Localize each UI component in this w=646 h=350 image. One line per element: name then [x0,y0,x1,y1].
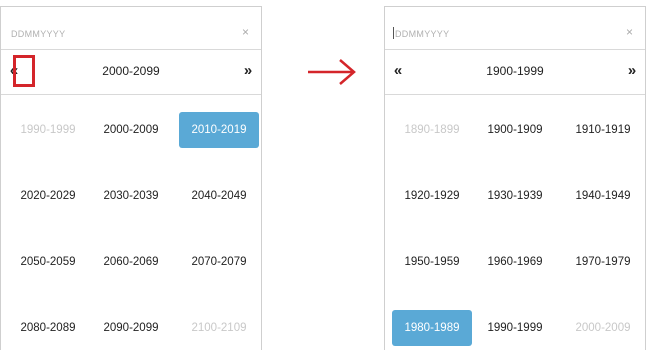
decade-cell[interactable]: 1950-1959 [392,244,472,280]
decade-cell[interactable]: 2030-2039 [91,178,171,214]
decade-cell[interactable]: 2100-2109 [179,310,259,346]
decade-cell[interactable]: 2040-2049 [179,178,259,214]
decade-cell[interactable]: 1900-1909 [475,112,555,148]
decade-cell[interactable]: 2090-2099 [91,310,171,346]
next-century-button[interactable]: » [621,58,643,84]
decade-picker-before: DDMMYYYY × « 2000-2099 » 1990-1999 2000-2… [0,6,262,350]
decade-cell[interactable]: 1960-1969 [475,244,555,280]
clear-icon[interactable]: × [626,25,633,39]
decade-cell[interactable]: 2020-2029 [8,178,88,214]
century-title[interactable]: 1900-1999 [385,64,645,78]
decade-cell[interactable]: 1930-1939 [475,178,555,214]
decade-cell-selected[interactable]: 2010-2019 [179,112,259,148]
date-input-placeholder: DDMMYYYY [11,29,66,39]
decade-cell[interactable]: 2000-2009 [563,310,643,346]
prev-button-highlight [13,55,35,87]
decade-cell[interactable]: 1910-1919 [563,112,643,148]
decade-cell[interactable]: 1970-1979 [563,244,643,280]
next-century-button[interactable]: » [237,58,259,84]
decade-picker-after: DDMMYYYY × « 1900-1999 » 1890-1899 1900-1… [384,6,646,350]
decade-cell[interactable]: 2000-2009 [91,112,171,148]
date-input[interactable]: DDMMYYYY × [385,7,645,49]
decade-cell[interactable]: 2070-2079 [179,244,259,280]
decade-cell[interactable]: 2080-2089 [8,310,88,346]
decade-cell[interactable]: 1920-1929 [392,178,472,214]
decade-cell[interactable]: 1990-1999 [475,310,555,346]
date-input-placeholder: DDMMYYYY [395,29,450,39]
decade-cell[interactable]: 1940-1949 [563,178,643,214]
clear-icon[interactable]: × [242,25,249,39]
century-navigation: « 2000-2099 » [1,49,261,95]
right-arrow-icon [308,59,356,85]
century-navigation: « 1900-1999 » [385,49,645,95]
text-caret [393,27,394,39]
decade-cell[interactable]: 2060-2069 [91,244,171,280]
decade-cell[interactable]: 1890-1899 [392,112,472,148]
decade-cell[interactable]: 2050-2059 [8,244,88,280]
decade-cell-selected[interactable]: 1980-1989 [392,310,472,346]
decade-grid: 1890-1899 1900-1909 1910-1919 1920-1929 1930… [385,100,645,350]
decade-cell[interactable]: 1990-1999 [8,112,88,148]
decade-grid: 1990-1999 2000-2009 2010-2019 2020-2029 2030… [1,100,261,350]
century-title[interactable]: 2000-2099 [1,64,261,78]
date-input[interactable]: DDMMYYYY × [1,7,261,49]
